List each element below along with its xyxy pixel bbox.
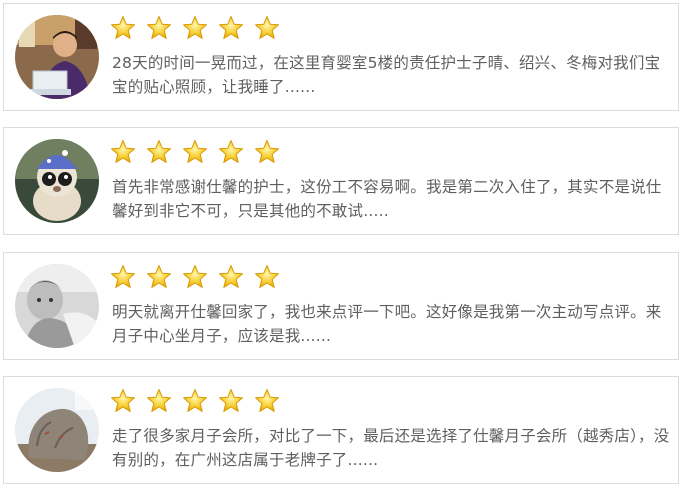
star-rating [110,15,280,43]
star-icon [254,388,280,414]
star-icon [110,15,136,41]
star-icon [254,264,280,290]
review-card: 28天的时间一晃而过，在这里育婴室5楼的责任护士子晴、绍兴、冬梅对我们宝宝的贴心… [3,3,679,111]
star-icon [110,264,136,290]
star-icon [110,388,136,414]
star-icon [218,139,244,165]
avatar [15,139,99,223]
star-icon [182,15,208,41]
star-icon [110,139,136,165]
avatar [15,388,99,472]
review-card: 首先非常感谢仕馨的护士，这份工不容易啊。我是第二次入住了，其实不是说仕馨好到非它… [3,127,679,235]
star-rating [110,388,280,416]
star-icon [146,139,172,165]
star-icon [146,15,172,41]
star-icon [182,139,208,165]
star-icon [254,139,280,165]
star-icon [182,388,208,414]
review-text: 首先非常感谢仕馨的护士，这份工不容易啊。我是第二次入住了，其实不是说仕馨好到非它… [112,178,662,220]
star-icon [182,264,208,290]
star-rating [110,264,280,292]
star-icon [146,264,172,290]
avatar [15,15,99,99]
review-card: 走了很多家月子会所，对比了一下，最后还是选择了仕馨月子会所（越秀店），没有别的，… [3,376,679,484]
review-card: 明天就离开仕馨回家了，我也来点评一下吧。这好像是我第一次主动写点评。来月子中心坐… [3,252,679,360]
user-photo-child-grayscale-icon [15,264,99,348]
star-icon [254,15,280,41]
star-icon [218,264,244,290]
review-text: 明天就离开仕馨回家了，我也来点评一下吧。这好像是我第一次主动写点评。来月子中心坐… [112,303,662,345]
star-icon [218,388,244,414]
user-photo-rock-icon [15,388,99,472]
review-text: 28天的时间一晃而过，在这里育婴室5楼的责任护士子晴、绍兴、冬梅对我们宝宝的贴心… [112,54,661,96]
review-text: 走了很多家月子会所，对比了一下，最后还是选择了仕馨月子会所（越秀店），没有别的，… [112,427,670,469]
user-photo-plush-toy-icon [15,139,99,223]
star-icon [218,15,244,41]
avatar [15,264,99,348]
star-rating [110,139,280,167]
user-photo-man-laptop-icon [15,15,99,99]
star-icon [146,388,172,414]
review-list: 28天的时间一晃而过，在这里育婴室5楼的责任护士子晴、绍兴、冬梅对我们宝宝的贴心… [0,0,682,492]
